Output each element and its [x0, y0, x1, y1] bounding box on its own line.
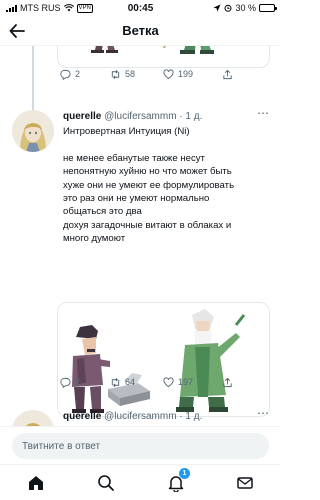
mail-icon: [237, 477, 253, 489]
tweet-line: непонятную хуйню но что может быть: [63, 166, 232, 178]
avatar-image: [12, 410, 54, 426]
battery-percent: 30 %: [235, 3, 256, 13]
bottom-tab-bar: 1: [0, 464, 281, 500]
share-icon: [223, 69, 232, 79]
notification-badge: 1: [179, 468, 190, 479]
tweet-text: Интровертная Интуиция (Ni) не менее ебан…: [63, 125, 234, 246]
battery-icon: [259, 4, 277, 12]
retweet-count: 64: [125, 377, 136, 387]
tab-messages[interactable]: [234, 472, 256, 494]
tweet-media-image[interactable]: [57, 302, 270, 417]
tweet-media-image[interactable]: [57, 46, 270, 68]
tweet-line: общаться это два: [63, 206, 142, 218]
reply-icon: [60, 69, 71, 80]
retweet-icon: [111, 69, 120, 79]
tweet-line: Интровертная Интуиция (Ni): [63, 126, 190, 137]
tweet-line: не менее ебанутые также несут: [63, 152, 205, 164]
like-count: 197: [178, 377, 194, 387]
cartoon-figures-illustration: [91, 46, 214, 54]
location-icon: [213, 4, 221, 12]
retweet-button[interactable]: 58: [110, 69, 135, 80]
reply-count: 2: [75, 69, 81, 79]
tweet-header: querelle @lucifersammm · 1 д.: [63, 111, 202, 122]
reply-input[interactable]: Твитните в ответ: [12, 433, 269, 459]
more-options-button[interactable]: ⋯: [257, 406, 269, 420]
display-name[interactable]: querelle: [63, 111, 101, 122]
wifi-icon: [63, 4, 74, 12]
reply-button[interactable]: 2: [60, 377, 80, 388]
signal-icon: [6, 4, 17, 12]
heart-icon: [163, 376, 174, 387]
share-icon: [223, 377, 232, 387]
page-title: Ветка: [122, 23, 159, 38]
reply-count: 2: [75, 377, 81, 387]
retweet-icon: [111, 377, 120, 387]
cartoon-figures-illustration: [58, 303, 269, 416]
more-options-button[interactable]: ⋯: [257, 106, 269, 120]
retweet-button[interactable]: 64: [110, 377, 135, 388]
tweet-header: querelle @lucifersammm · 1 д.: [63, 411, 202, 422]
status-time: 00:45: [127, 2, 154, 14]
avatar-image: [12, 110, 54, 152]
search-icon: [98, 475, 114, 491]
heart-icon: [163, 68, 174, 79]
reply-composer: Твитните в ответ: [0, 426, 281, 464]
tweet-line: много думоют: [63, 233, 126, 245]
display-name[interactable]: querelle: [63, 411, 101, 422]
avatar[interactable]: [12, 410, 54, 426]
handle-and-time: @lucifersammm · 1 д.: [104, 111, 203, 122]
reply-icon: [60, 377, 71, 388]
tweet-line: дохуя загадочные витают в облаках и: [63, 219, 232, 231]
tweet-line: хуже они не умеют ее формулировать: [63, 179, 235, 191]
share-button[interactable]: [222, 69, 233, 80]
like-button[interactable]: 197: [163, 376, 194, 388]
carrier-label: MTS RUS: [20, 3, 61, 13]
tweet-line: это раз они не умеют нормально: [63, 193, 210, 205]
home-icon: [29, 476, 43, 490]
top-nav-bar: Ветка: [0, 16, 281, 46]
reply-button[interactable]: 2: [60, 69, 80, 80]
avatar[interactable]: [12, 110, 54, 152]
thread-feed[interactable]: 2 58 199 querelle @lucifersammm · 1 д. ⋯: [0, 46, 281, 426]
like-count: 199: [178, 69, 194, 79]
arrow-left-icon: [9, 24, 25, 38]
like-button[interactable]: 199: [163, 68, 194, 80]
tweet-line: [63, 138, 234, 151]
vpn-badge: VPN: [76, 3, 93, 13]
retweet-count: 58: [125, 69, 136, 79]
tab-home[interactable]: [25, 472, 47, 494]
share-button[interactable]: [222, 377, 233, 388]
thread-connector: [32, 46, 34, 114]
tab-search[interactable]: [95, 472, 117, 494]
tab-notifications[interactable]: 1: [165, 468, 190, 494]
back-button[interactable]: [7, 21, 27, 41]
alarm-icon: [224, 4, 232, 12]
status-bar: MTS RUS VPN 00:45 30 %: [0, 0, 281, 16]
handle-and-time: @lucifersammm · 1 д.: [104, 411, 203, 422]
